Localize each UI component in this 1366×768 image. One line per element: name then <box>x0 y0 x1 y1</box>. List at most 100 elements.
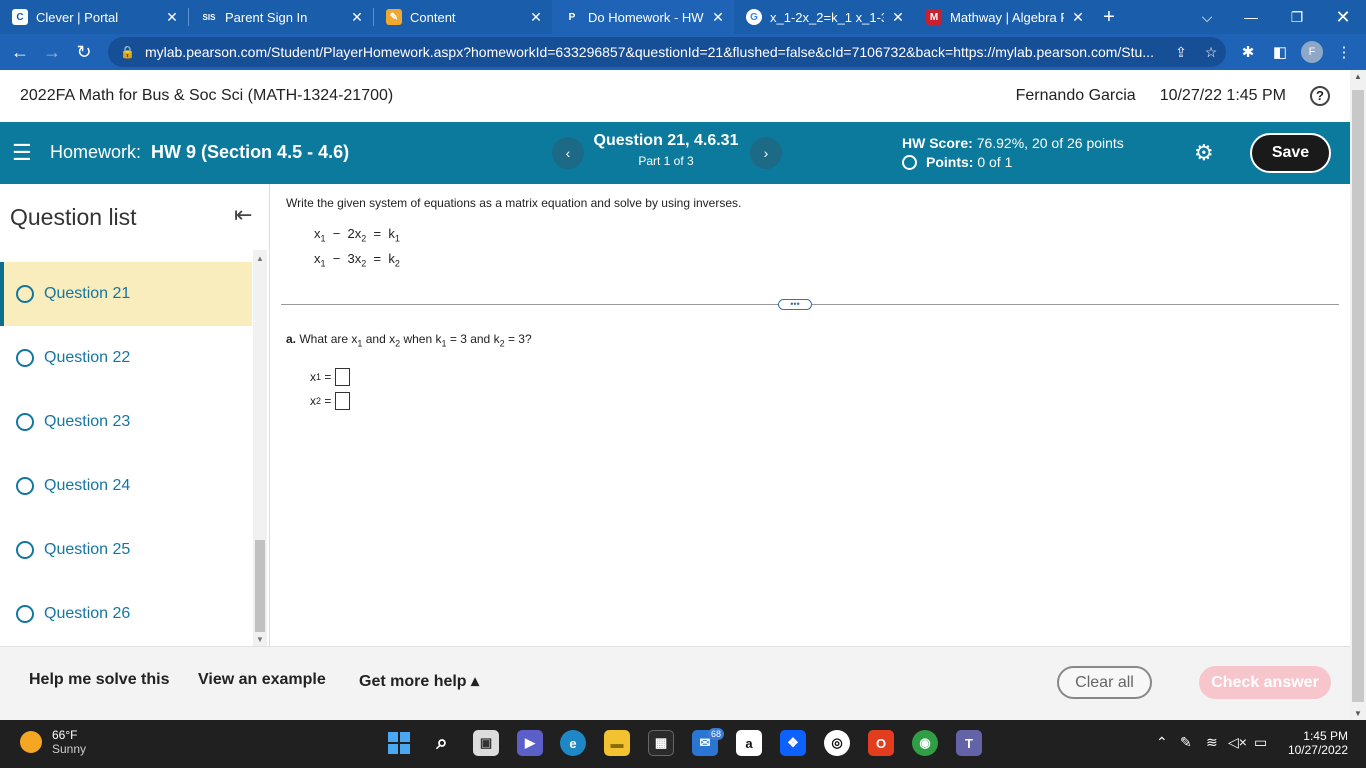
question-item-21[interactable]: Question 21 <box>0 262 252 326</box>
question-content: Write the given system of equations as a… <box>270 184 1350 646</box>
score-label: HW Score: <box>902 135 973 151</box>
part-a-question: a. What are x1 and x2 when k1 = 3 and k2… <box>286 332 532 348</box>
dropbox-icon[interactable]: ❖ <box>780 730 806 756</box>
restore-button[interactable]: ❐ <box>1274 0 1320 34</box>
tab-google-search[interactable]: G x_1-2x_2=k_1 x_1-3x_2 ✕ <box>734 0 914 34</box>
task-view-icon[interactable]: ▣ <box>473 730 499 756</box>
back-arrow-icon[interactable]: ← <box>4 42 36 63</box>
check-answer-button[interactable]: Check answer <box>1199 666 1331 699</box>
circular-app-icon[interactable]: ◎ <box>824 730 850 756</box>
settings-gear-icon[interactable]: ⚙ <box>1194 140 1214 166</box>
scroll-up-icon[interactable]: ▲ <box>256 254 264 263</box>
system-clock[interactable]: 1:45 PM 10/27/2022 <box>1280 729 1348 757</box>
x1-answer-row: x1 = <box>310 368 351 386</box>
close-icon[interactable]: ✕ <box>890 9 906 26</box>
reload-icon[interactable]: ↻ <box>68 42 100 63</box>
clock-time: 1:45 PM <box>1303 729 1348 743</box>
expand-ellipsis-button[interactable]: ••• <box>778 299 812 310</box>
chrome-icon[interactable]: ◉ <box>912 730 938 756</box>
close-icon[interactable]: ✕ <box>164 9 180 26</box>
show-hidden-icons-chevron-icon[interactable]: ⌃ <box>1156 734 1168 751</box>
microsoft-store-icon[interactable]: ▦ <box>648 730 674 756</box>
close-icon[interactable]: ✕ <box>710 9 726 26</box>
search-icon[interactable]: ⌕ <box>429 730 455 756</box>
close-icon[interactable]: ✕ <box>528 9 544 26</box>
hamburger-menu-icon[interactable]: ☰ <box>12 140 32 166</box>
lock-icon: 🔒 <box>120 45 135 59</box>
x1-answer-input[interactable] <box>335 368 351 386</box>
teams-chat-icon[interactable]: ▶ <box>517 730 543 756</box>
x2-answer-input[interactable] <box>335 392 351 410</box>
weather-widget[interactable]: 66°F Sunny <box>20 728 86 756</box>
clever-icon: C <box>12 9 28 25</box>
date-time: 10/27/22 1:45 PM <box>1159 87 1286 104</box>
scroll-down-icon[interactable]: ▼ <box>256 635 264 644</box>
battery-icon[interactable]: ▭ <box>1254 734 1267 751</box>
points-circle-icon <box>902 154 917 170</box>
scrollbar-thumb[interactable] <box>1352 90 1364 702</box>
clock-date: 10/27/2022 <box>1287 743 1348 757</box>
save-button[interactable]: Save <box>1250 133 1331 173</box>
collapse-panel-icon[interactable]: ⇤ <box>234 202 252 228</box>
minimize-button[interactable]: — <box>1228 0 1274 34</box>
profile-avatar[interactable]: F <box>1296 34 1328 70</box>
status-circle-icon <box>16 477 34 495</box>
close-icon[interactable]: ✕ <box>349 9 365 26</box>
amazon-icon[interactable]: a <box>736 730 762 756</box>
browser-menu-icon[interactable]: ⋮ <box>1328 34 1360 70</box>
window-close-button[interactable]: ✕ <box>1320 0 1366 34</box>
tab-search-chevron-icon[interactable]: ⌵ <box>1184 0 1230 34</box>
url-text: mylab.pearson.com/Student/PlayerHomework… <box>144 44 1154 60</box>
scrollbar-thumb[interactable] <box>255 540 265 632</box>
scroll-down-icon[interactable]: ▼ <box>1354 709 1362 718</box>
equation-system: x1 − 2x2 = k1 x1 − 3x2 = k2 <box>314 226 400 276</box>
teams-icon[interactable]: T <box>956 730 982 756</box>
previous-question-button[interactable]: ‹ <box>552 137 584 169</box>
question-item-26[interactable]: Question 26 <box>0 582 252 646</box>
part-text: and x <box>365 332 396 346</box>
page-scrollbar[interactable]: ▲ ▼ <box>1350 70 1366 720</box>
question-item-23[interactable]: Question 23 <box>0 390 252 454</box>
question-label: Question 21 <box>44 285 131 302</box>
view-example-link[interactable]: View an example <box>198 671 326 689</box>
part-text: What are x <box>299 332 358 346</box>
new-tab-button[interactable]: + <box>1094 6 1124 29</box>
wifi-icon[interactable]: ≋ <box>1206 734 1218 751</box>
sidebar-panel-icon[interactable]: ◧ <box>1264 34 1296 70</box>
weather-temp: 66°F <box>52 728 78 742</box>
course-title: 2022FA Math for Bus & Soc Sci (MATH-1324… <box>20 87 394 104</box>
question-part: Part 1 of 3 <box>638 154 694 168</box>
edge-browser-icon[interactable]: e <box>560 730 586 756</box>
sis-icon: SIS <box>202 12 216 22</box>
status-circle-icon <box>16 285 34 303</box>
tab-parent-sign-in[interactable]: SIS Parent Sign In ✕ <box>189 0 373 34</box>
share-icon[interactable]: ⇪ <box>1166 44 1196 61</box>
file-explorer-icon[interactable]: ▬ <box>604 730 630 756</box>
volume-muted-icon[interactable]: ◁× <box>1228 734 1247 751</box>
help-icon[interactable]: ? <box>1310 86 1330 106</box>
question-item-22[interactable]: Question 22 <box>0 326 252 390</box>
question-label: Question 24 <box>44 477 131 494</box>
scroll-up-icon[interactable]: ▲ <box>1354 72 1362 81</box>
pen-icon[interactable]: ✎ <box>1180 734 1192 751</box>
forward-arrow-icon[interactable]: → <box>36 42 68 63</box>
extensions-puzzle-icon[interactable]: ✱ <box>1232 34 1264 70</box>
clear-all-button[interactable]: Clear all <box>1057 666 1152 699</box>
google-icon: G <box>746 9 762 25</box>
address-bar[interactable]: 🔒 mylab.pearson.com/Student/PlayerHomewo… <box>108 37 1226 67</box>
question-list-scrollbar[interactable]: ▲ ▼ <box>253 250 267 646</box>
next-question-button[interactable]: › <box>750 137 782 169</box>
question-item-24[interactable]: Question 24 <box>0 454 252 518</box>
tab-content[interactable]: ✎ Content ✕ <box>374 0 552 34</box>
office-icon[interactable]: O <box>868 730 894 756</box>
tab-mathway[interactable]: M Mathway | Algebra Pro ✕ <box>914 0 1094 34</box>
help-me-solve-link[interactable]: Help me solve this <box>29 671 170 689</box>
get-more-help-link[interactable]: Get more help ▴ <box>359 671 479 691</box>
close-icon[interactable]: ✕ <box>1070 9 1086 26</box>
homework-label: Homework: <box>50 142 142 162</box>
tab-do-homework[interactable]: P Do Homework - HW 9 ✕ <box>552 0 734 34</box>
windows-start-icon[interactable] <box>386 730 412 756</box>
bookmark-star-icon[interactable]: ☆ <box>1196 44 1226 61</box>
tab-clever[interactable]: C Clever | Portal ✕ <box>0 0 188 34</box>
question-item-25[interactable]: Question 25 <box>0 518 252 582</box>
